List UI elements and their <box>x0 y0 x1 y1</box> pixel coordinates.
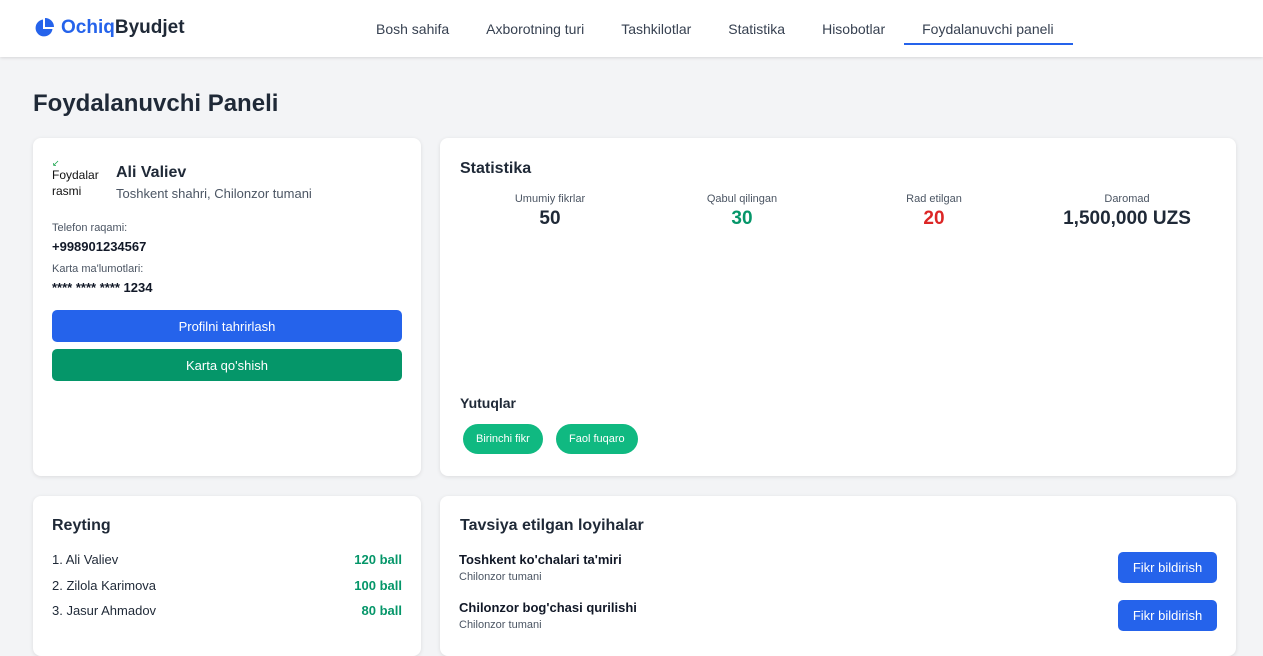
edit-profile-button[interactable]: Profilni tahrirlash <box>52 310 402 342</box>
phone-label: Telefon raqami: <box>52 222 128 234</box>
rating-card: Reyting 1. Ali Valiev 120 ball 2. Zilola… <box>33 496 421 656</box>
stat-label: Rad etilgan <box>906 193 962 205</box>
brand-logo[interactable]: OchiqByudjet <box>34 17 185 39</box>
user-location: Toshkent shahri, Chilonzor tumani <box>116 186 312 201</box>
pie-chart-icon <box>35 18 54 37</box>
statistics-card: Statistika Umumiy fikrlar 50 Qabul qilin… <box>440 138 1236 476</box>
recommended-projects-card: Tavsiya etilgan loyihalar Toshkent ko'ch… <box>440 496 1236 656</box>
nav-user-panel[interactable]: Foydalanuvchi paneli <box>904 0 1073 57</box>
nav-reports[interactable]: Hisobotlar <box>804 0 904 57</box>
top-navbar: OchiqByudjet Bosh sahifa Axborotning tur… <box>0 0 1263 57</box>
projects-title: Tavsiya etilgan loyihalar <box>460 517 644 534</box>
project-district: Chilonzor tumani <box>459 619 542 631</box>
phone-value: +998901234567 <box>52 239 147 254</box>
stat-income: Daromad 1,500,000 UZS <box>1032 193 1222 230</box>
brand-name-part2: Byudjet <box>114 17 185 38</box>
page-title: Foydalanuvchi Paneli <box>33 90 279 117</box>
give-feedback-button[interactable]: Fikr bildirish <box>1118 552 1217 583</box>
rating-title: Reyting <box>52 517 111 534</box>
broken-image-icon: ↙ <box>52 159 60 168</box>
project-title: Toshkent ko'chalari ta'miri <box>459 552 622 567</box>
stat-total-feedback: Umumiy fikrlar 50 <box>455 193 645 230</box>
stat-rejected: Rad etilgan 20 <box>839 193 1029 230</box>
stat-label: Qabul qilingan <box>706 193 778 205</box>
rating-points: 100 ball <box>354 578 402 593</box>
stat-accepted: Qabul qilingan 30 <box>647 193 837 230</box>
brand-name-part1: Ochiq <box>61 17 115 38</box>
rating-points: 80 ball <box>361 603 402 618</box>
profile-card: ↙ Foydalar rasmi Ali Valiev Toshkent sha… <box>33 138 421 476</box>
achievements-title: Yutuqlar <box>460 395 517 411</box>
stat-label: Daromad <box>1104 193 1150 205</box>
project-district: Chilonzor tumani <box>459 571 542 583</box>
give-feedback-button[interactable]: Fikr bildirish <box>1118 600 1217 631</box>
avatar-alt-text-line2: rasmi <box>52 184 82 198</box>
achievement-badge: Birinchi fikr <box>463 424 543 454</box>
avatar-alt-text-line1: Foydalar <box>52 168 99 182</box>
stat-value: 50 <box>539 208 561 229</box>
card-label: Karta ma'lumotlari: <box>52 263 144 275</box>
achievement-badge: Faol fuqaro <box>556 424 638 454</box>
nav-info-types[interactable]: Axborotning turi <box>468 0 603 57</box>
avatar: ↙ Foydalar rasmi <box>52 159 104 207</box>
card-value: **** **** **** 1234 <box>52 280 153 295</box>
stat-value: 30 <box>731 208 753 229</box>
stat-label: Umumiy fikrlar <box>514 193 586 205</box>
nav-organizations[interactable]: Tashkilotlar <box>603 0 710 57</box>
rating-user-name: 2. Zilola Karimova <box>52 578 157 593</box>
nav-home[interactable]: Bosh sahifa <box>358 0 468 57</box>
nav-statistics[interactable]: Statistika <box>710 0 804 57</box>
rating-user-name: 1. Ali Valiev <box>52 552 119 567</box>
statistics-title: Statistika <box>460 160 532 177</box>
rating-row: 2. Zilola Karimova 100 ball <box>52 578 402 593</box>
rating-points: 120 ball <box>354 552 402 567</box>
rating-row: 1. Ali Valiev 120 ball <box>52 552 402 567</box>
stat-value: 1,500,000 UZS <box>1063 208 1191 229</box>
rating-user-name: 3. Jasur Ahmadov <box>52 603 157 618</box>
user-name: Ali Valiev <box>116 164 187 181</box>
brand-name: OchiqByudjet <box>61 17 185 39</box>
rating-row: 3. Jasur Ahmadov 80 ball <box>52 603 402 618</box>
stat-value: 20 <box>923 208 945 229</box>
add-card-button[interactable]: Karta qo'shish <box>52 349 402 381</box>
project-title: Chilonzor bog'chasi qurilishi <box>459 600 637 615</box>
main-nav: Bosh sahifa Axborotning turi Tashkilotla… <box>358 0 1073 57</box>
